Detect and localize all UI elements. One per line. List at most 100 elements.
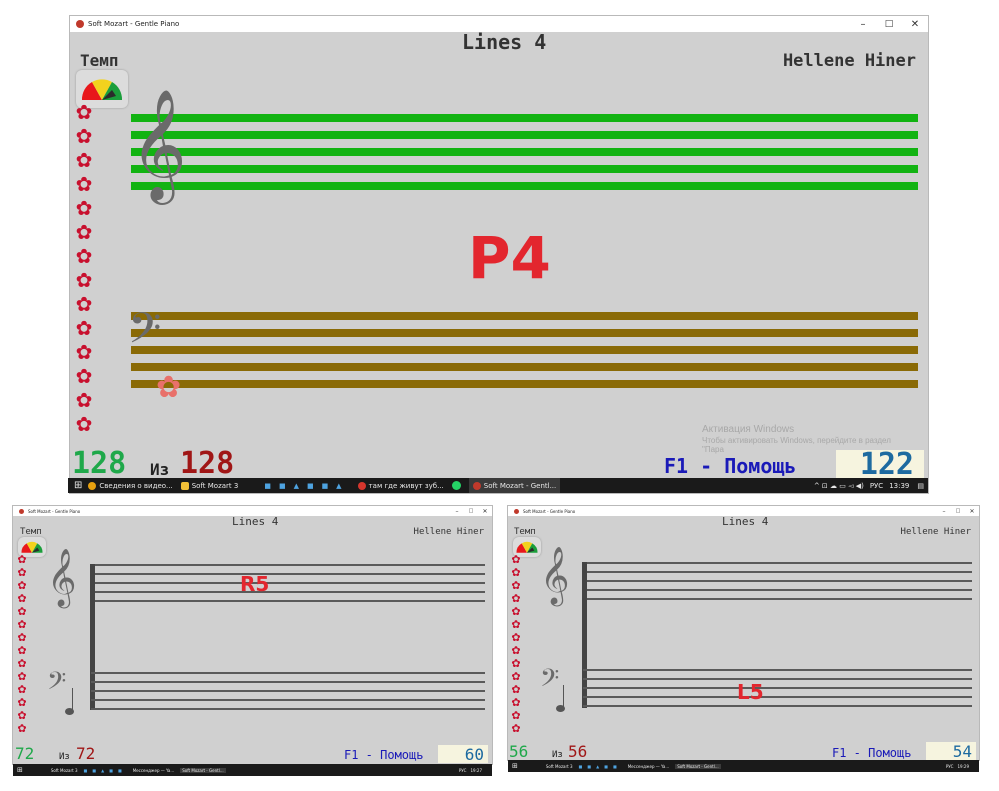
minimize-button[interactable]: –	[937, 508, 951, 515]
flower-icon: ✿	[511, 657, 521, 670]
clock[interactable]: 19:29	[957, 764, 969, 769]
staff-line	[583, 598, 972, 600]
taskbar-app-browser[interactable]: Сведения о видео...	[88, 481, 173, 490]
staff-line	[91, 681, 485, 683]
flower-icon: ✿	[17, 631, 27, 644]
flower-icon: ✿	[75, 364, 93, 388]
flower-icon: ✿	[17, 696, 27, 709]
taskbar-label: Soft Mozart 3	[191, 481, 239, 490]
counter-current: 56	[509, 742, 529, 760]
minimize-button[interactable]: –	[450, 508, 464, 515]
staff-line	[583, 571, 972, 573]
staff-line	[91, 672, 485, 674]
flower-icon: ✿	[75, 412, 93, 436]
taskbar-app-gentle[interactable]: Soft Mozart - Gentl...	[675, 763, 721, 769]
taskbar-pinned-icons[interactable]: ■■▲■■	[579, 764, 622, 769]
flower-icon: ✿	[511, 670, 521, 683]
help-hint[interactable]: F1 - Помощь	[664, 454, 796, 478]
staff-line	[91, 690, 485, 692]
app-window-third: Soft Mozart - Gentle Piano – □ ✕ Lines 4…	[508, 506, 979, 760]
flower-icon: ✿	[17, 553, 27, 566]
staff-line	[91, 708, 485, 710]
clock[interactable]: 19:27	[470, 768, 482, 773]
flower-icon: ✿	[75, 100, 93, 124]
counter-total: 72	[76, 744, 96, 763]
target-note-label: P4	[468, 224, 551, 292]
taskbar-third: ⊞ Soft Mozart 3 ■■▲■■ Мессенджер — Ya...…	[508, 760, 979, 772]
flower-icon: ✿	[511, 696, 521, 709]
flower-icon: ✿	[511, 553, 521, 566]
activation-title: Активация Windows	[702, 424, 795, 435]
flower-icon: ✿	[17, 722, 27, 735]
minimize-button[interactable]: –	[850, 19, 876, 30]
close-button[interactable]: ✕	[478, 508, 492, 515]
flower-icon: ✿	[17, 657, 27, 670]
student-name: Hellene Hiner	[782, 51, 916, 71]
help-hint[interactable]: F1 - Помощь	[832, 746, 911, 760]
help-hint[interactable]: F1 - Помощь	[344, 748, 423, 762]
app-window-main: Soft Mozart - Gentle Piano – □ ✕ Lines 4…	[70, 16, 928, 493]
flower-column: ✿ ✿ ✿ ✿ ✿ ✿ ✿ ✿ ✿ ✿ ✿ ✿ ✿ ✿	[509, 554, 523, 734]
taskbar-app-gentle[interactable]: Soft Mozart - Gentl...	[468, 478, 561, 493]
notifications-icon[interactable]: ▤	[917, 482, 924, 490]
tempo-label: Темп	[514, 527, 536, 537]
taskbar-whatsapp-icon[interactable]	[451, 481, 461, 490]
taskbar-label: Soft Mozart 3	[50, 767, 78, 773]
taskbar-app-gentle[interactable]: Soft Mozart - Gentl...	[180, 767, 226, 773]
close-button[interactable]: ✕	[965, 508, 979, 515]
flower-icon: ✿	[17, 618, 27, 631]
staff-line	[583, 687, 972, 689]
staff-line	[91, 699, 485, 701]
windows-start-icon[interactable]: ⊞	[74, 480, 82, 491]
windows-start-icon[interactable]: ⊞	[17, 766, 23, 774]
clock[interactable]: 13:39	[889, 482, 909, 490]
note-stem	[72, 688, 73, 710]
staff-line	[583, 580, 972, 582]
taskbar-app-softmozart[interactable]: Soft Mozart 3	[546, 764, 573, 769]
flower-icon: ✿	[75, 316, 93, 340]
close-button[interactable]: ✕	[902, 19, 928, 30]
taskbar-second: ⊞ Soft Mozart 3 ■■▲■■ Мессенджер — Ya...…	[13, 764, 492, 776]
counter-of-label: Из	[59, 752, 70, 762]
flower-icon: ✿	[17, 605, 27, 618]
language-indicator[interactable]: РУС	[870, 482, 883, 490]
note-stem	[563, 685, 564, 707]
taskbar-pinned-icons[interactable]: ■■▲■■	[84, 768, 127, 773]
flower-icon: ✿	[75, 340, 93, 364]
lesson-title: Lines 4	[462, 30, 547, 54]
note-flower-icon[interactable]: ✿	[156, 370, 181, 405]
taskbar-pinned-icons[interactable]: ■■▲■■▲	[264, 482, 349, 490]
staff-line	[131, 363, 918, 371]
counter-total: 56	[568, 742, 588, 760]
counter-current: 72	[15, 744, 35, 763]
language-indicator[interactable]: РУС	[946, 764, 954, 769]
taskbar-app-messenger[interactable]: Мессенджер — Ya...	[628, 764, 669, 769]
target-note-label: L5	[737, 680, 764, 704]
staff-line	[131, 346, 918, 354]
taskbar-label: там где живут зуб...	[368, 481, 444, 490]
tray-icons[interactable]: ^ ⊡ ☁ ▭ ◅ ◀)	[814, 482, 864, 490]
taskbar-app-messenger[interactable]: Мессенджер — Ya...	[133, 768, 174, 773]
barline	[90, 564, 95, 710]
taskbar-app-softmozart[interactable]: Soft Mozart 3	[180, 481, 239, 490]
taskbar-app-softmozart[interactable]: Soft Mozart 3	[51, 768, 78, 773]
lesson-title: Lines 4	[232, 515, 279, 528]
staff-line	[583, 705, 972, 707]
flower-icon: ✿	[75, 196, 93, 220]
staff-line	[91, 591, 485, 593]
staff-line	[583, 696, 972, 698]
flower-icon: ✿	[511, 644, 521, 657]
staff-line	[91, 600, 485, 602]
activation-text: Чтобы активировать Windows, перейдите в …	[702, 435, 891, 445]
taskbar-app-browser-2[interactable]: там где живут зуб...	[357, 481, 444, 490]
flower-column: ✿ ✿ ✿ ✿ ✿ ✿ ✿ ✿ ✿ ✿ ✿ ✿ ✿ ✿	[72, 102, 96, 434]
maximize-button[interactable]: □	[464, 508, 478, 514]
windows-start-icon[interactable]: ⊞	[512, 762, 518, 770]
student-name: Hellene Hiner	[413, 527, 484, 537]
language-indicator[interactable]: РУС	[459, 768, 467, 773]
score-box: 60	[438, 745, 488, 764]
staff-line	[583, 669, 972, 671]
maximize-button[interactable]: □	[951, 508, 965, 514]
taskbar-label: Soft Mozart - Gentl...	[182, 767, 224, 773]
maximize-button[interactable]: □	[876, 19, 902, 29]
